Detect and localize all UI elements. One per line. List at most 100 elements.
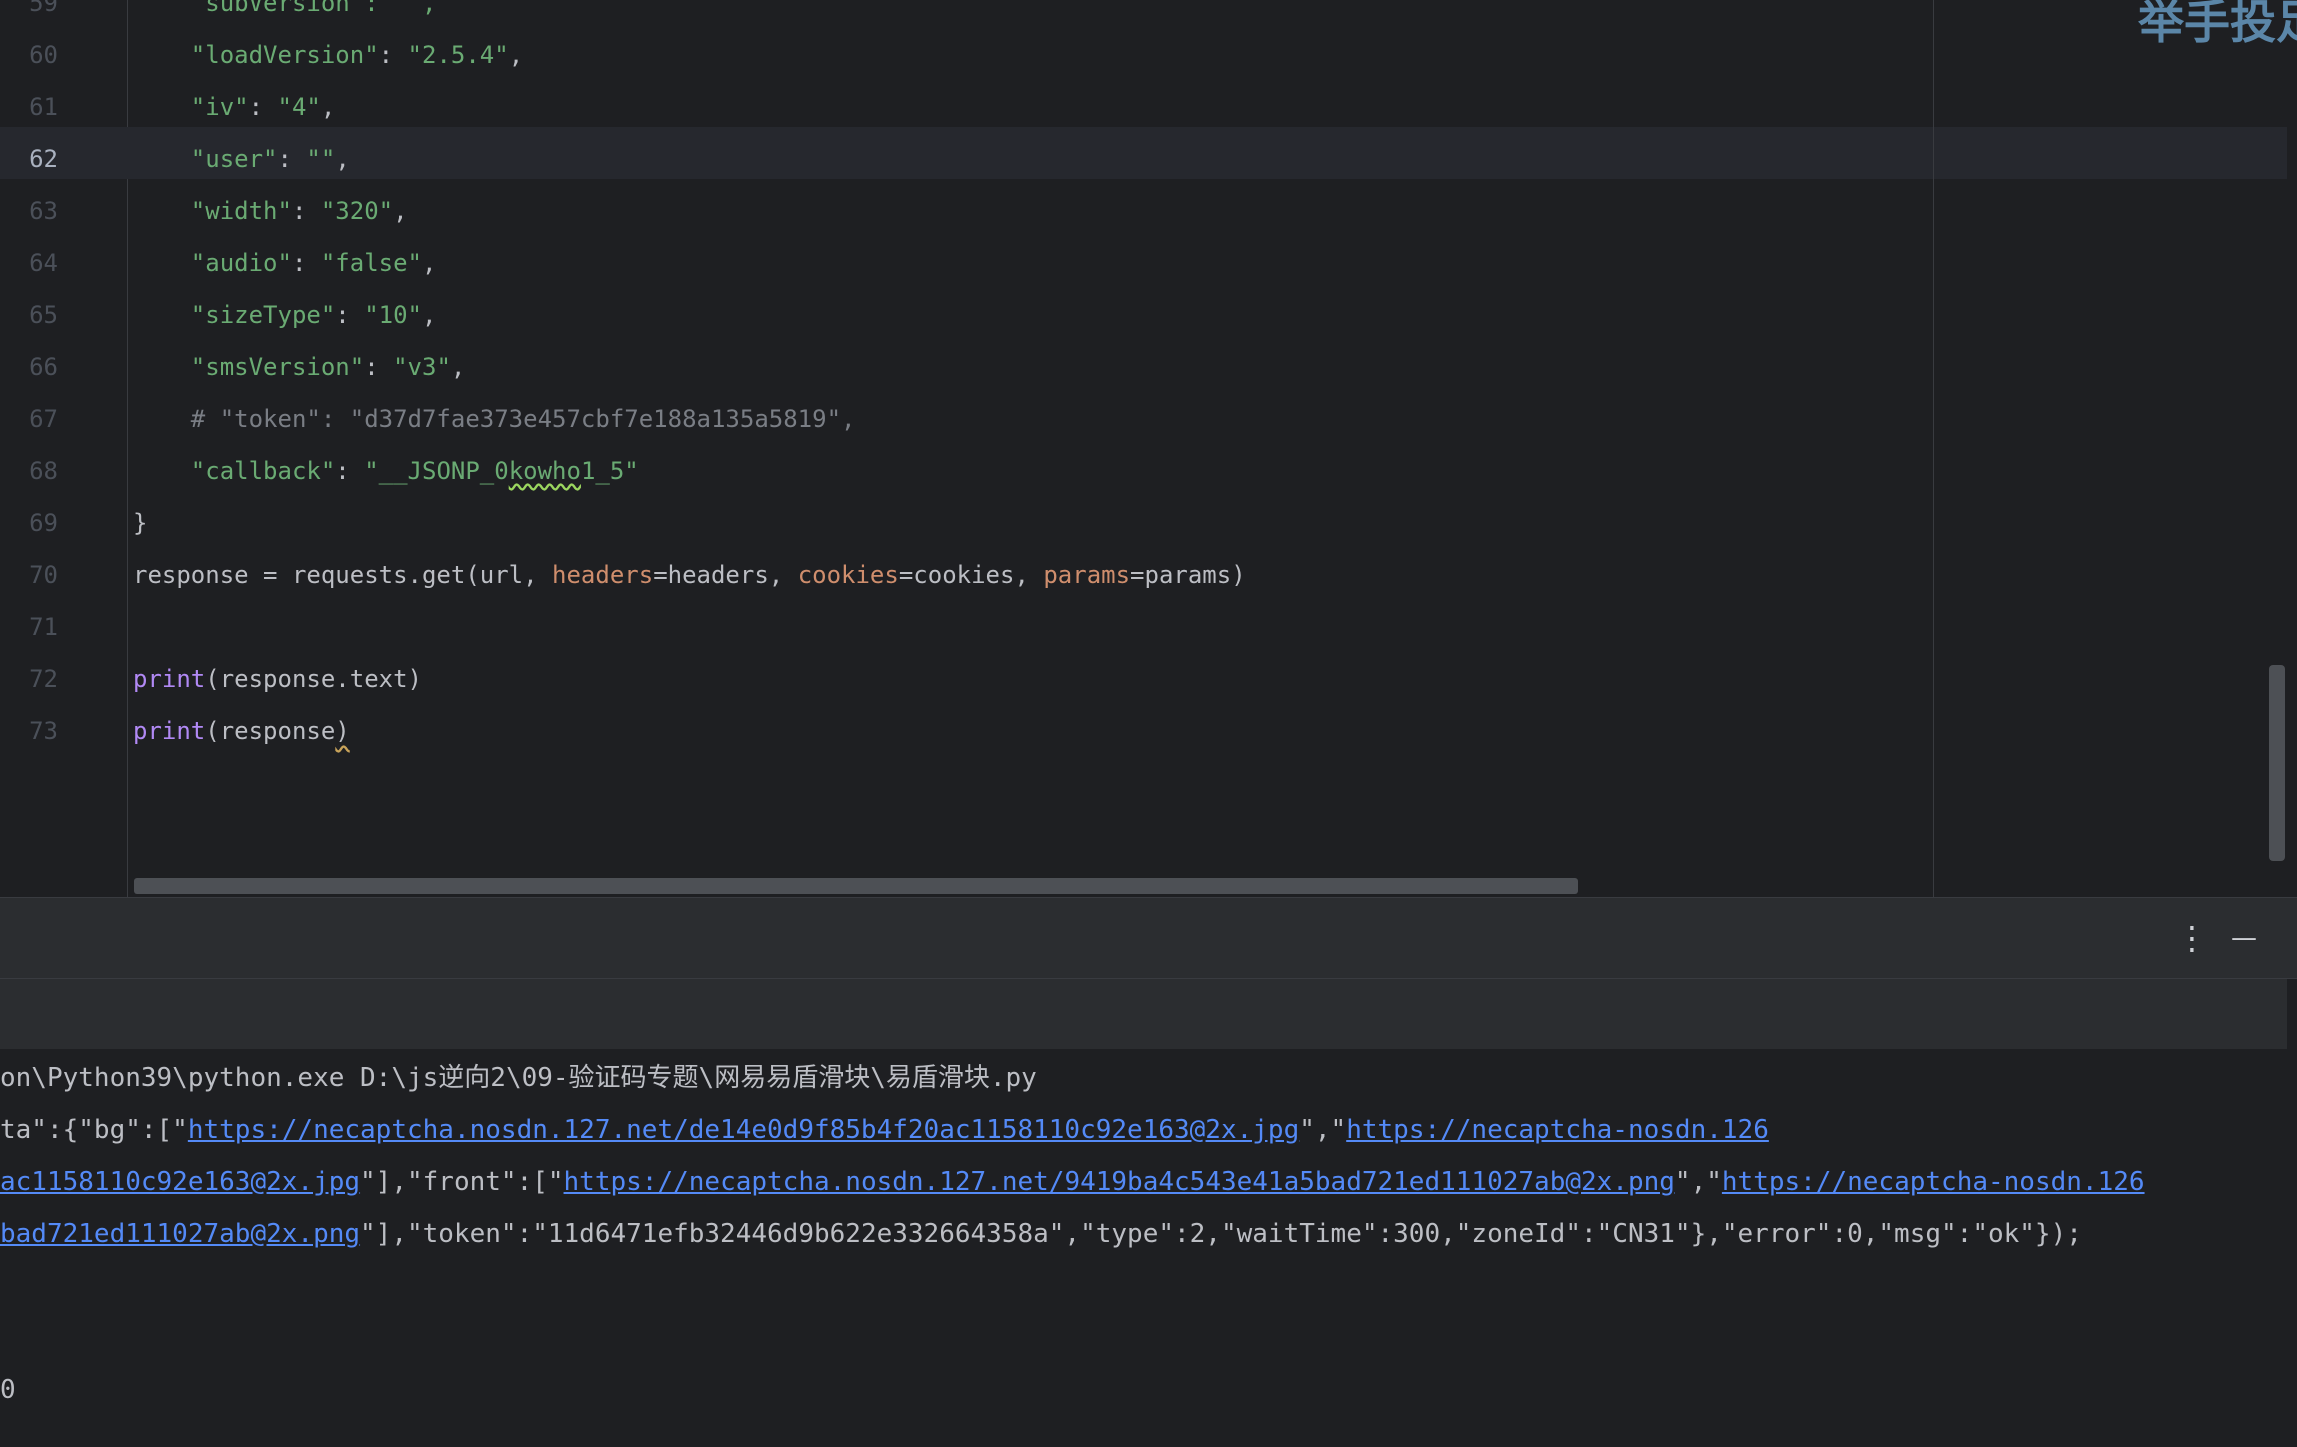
line-number: 68 [29,457,58,486]
code-token: params [1043,561,1131,590]
code-line[interactable]: 61 "iv": "4", [0,81,2287,133]
code-line[interactable]: 64 "audio": "false", [0,237,2287,289]
console-link[interactable]: ac1158110c92e163@2x.jpg [0,1167,360,1197]
code-line[interactable]: 69} [0,497,2287,549]
line-number: 72 [29,665,58,694]
line-number: 63 [29,197,58,226]
code-line[interactable]: 62 "user": "", [0,133,2287,185]
code-token: "2.5.4" [407,41,509,70]
console-text: "," [1674,1167,1722,1197]
code-text: "sizeType": "10", [133,289,437,341]
code-text: "width": "320", [133,185,408,237]
code-token: : [248,93,278,122]
code-token: : [364,353,394,382]
code-token: : [335,301,365,330]
horizontal-scrollbar[interactable] [134,878,1578,894]
code-text: "user": "", [133,133,350,185]
code-line[interactable]: 60 "loadVersion": "2.5.4", [0,29,2287,81]
code-token: ) [335,717,350,746]
code-token: kowho [508,457,581,486]
watermark-text: 举手投足 [2138,0,2297,49]
code-token: "320" [320,197,394,226]
console-text: on\Python39\python.exe D:\js逆向2\09-验证码专题… [0,1063,1037,1093]
code-token: "false" [320,249,423,278]
code-token: =headers, [653,561,798,590]
code-token: (response [205,717,336,746]
code-text: "callback": "__JSONP_0kowho1_5" [133,445,639,497]
console-text: "],"front":[" [360,1167,564,1197]
code-token: "callback" [133,457,336,486]
code-text: "smsVersion": "v3", [133,341,466,393]
code-token: : [378,41,408,70]
run-console-output[interactable]: on\Python39\python.exe D:\js逆向2\09-验证码专题… [0,1049,2287,1447]
code-text: } [133,497,147,549]
code-token: , [450,353,466,382]
code-text: print(response.text) [133,653,422,705]
code-token: (response.text) [205,665,422,694]
code-token: "v3" [393,353,451,382]
code-line[interactable]: 67 # "token": "d37d7fae373e457cbf7e188a1… [0,393,2287,445]
console-text: ta":{"bg":[" [0,1115,188,1145]
console-line: 0 [0,1364,16,1416]
console-line: ac1158110c92e163@2x.jpg"],"front":["http… [0,1156,2145,1208]
code-token: =cookies, [898,561,1044,590]
code-token: response = requests.get(url, [133,561,553,590]
code-line[interactable]: 59 "subVersion": "", [0,0,2287,29]
code-token: "__JSONP_0 [364,457,509,486]
code-token: "width" [133,197,292,226]
code-line[interactable]: 65 "sizeType": "10", [0,289,2287,341]
code-text: "audio": "false", [133,237,437,289]
line-number: 69 [29,509,58,538]
code-token: , [422,301,437,330]
line-number: 65 [29,301,58,330]
code-text: print(response) [133,705,350,757]
line-number: 66 [29,353,58,382]
code-token: print [133,665,206,694]
code-token: : [277,145,307,174]
code-editor[interactable]: 59 "subVersion": "", 60 "loadVersion": "2… [0,0,2297,897]
code-text: "loadVersion": "2.5.4", [133,29,523,81]
console-link[interactable]: https://necaptcha.nosdn.127.net/de14e0d9… [188,1115,1299,1145]
code-token: } [133,509,148,538]
code-token: # "token": "d37d7fae373e457cbf7e188a135a… [133,405,856,434]
console-text: "],"token":"11d6471efb32446d9b622e332664… [360,1219,2082,1249]
code-line[interactable]: 70 response = requests.get(url, headers=h… [0,549,2287,601]
line-number: 60 [29,41,58,70]
code-line[interactable]: 66 "smsVersion": "v3", [0,341,2287,393]
console-line: on\Python39\python.exe D:\js逆向2\09-验证码专题… [0,1052,1037,1104]
code-token: , [393,197,408,226]
code-token: : [335,457,365,486]
code-token: , [508,41,524,70]
code-text: "subVersion": "", [133,0,437,29]
code-line[interactable]: 73 print(response) [0,705,2287,757]
line-number: 64 [29,249,58,278]
code-token: "smsVersion" [133,353,365,382]
console-line: ta":{"bg":["https://necaptcha.nosdn.127.… [0,1104,1769,1156]
code-line[interactable]: 63 "width": "320", [0,185,2287,237]
console-text: "," [1299,1115,1347,1145]
code-token: , [335,145,350,174]
more-options-icon[interactable]: ⋮ [2170,916,2214,960]
console-link[interactable]: https://necaptcha-nosdn.126 [1346,1115,1769,1145]
code-token: "" [306,145,336,174]
code-token: : [291,249,321,278]
minimize-icon[interactable]: — [2222,916,2266,960]
console-text: 0 [0,1375,16,1405]
code-token: "audio" [133,249,292,278]
code-token: "user" [133,145,278,174]
code-token: "iv" [133,93,249,122]
code-line[interactable]: 72 print(response.text) [0,653,2287,705]
line-number: 71 [29,613,58,642]
console-link[interactable]: bad721ed111027ab@2x.png [0,1219,360,1249]
code-line[interactable]: 68 "callback": "__JSONP_0kowho1_5" [0,445,2287,497]
console-link[interactable]: https://necaptcha-nosdn.126 [1722,1167,2145,1197]
run-toolbar [0,979,2287,1049]
vertical-scrollbar[interactable] [2269,665,2285,861]
code-token: =params) [1130,561,1246,590]
code-line[interactable]: 71 [0,601,2287,653]
line-number: 70 [29,561,58,590]
code-token: "10" [364,301,422,330]
line-number: 67 [29,405,58,434]
console-link[interactable]: https://necaptcha.nosdn.127.net/9419ba4c… [564,1167,1675,1197]
code-token: : [291,197,321,226]
